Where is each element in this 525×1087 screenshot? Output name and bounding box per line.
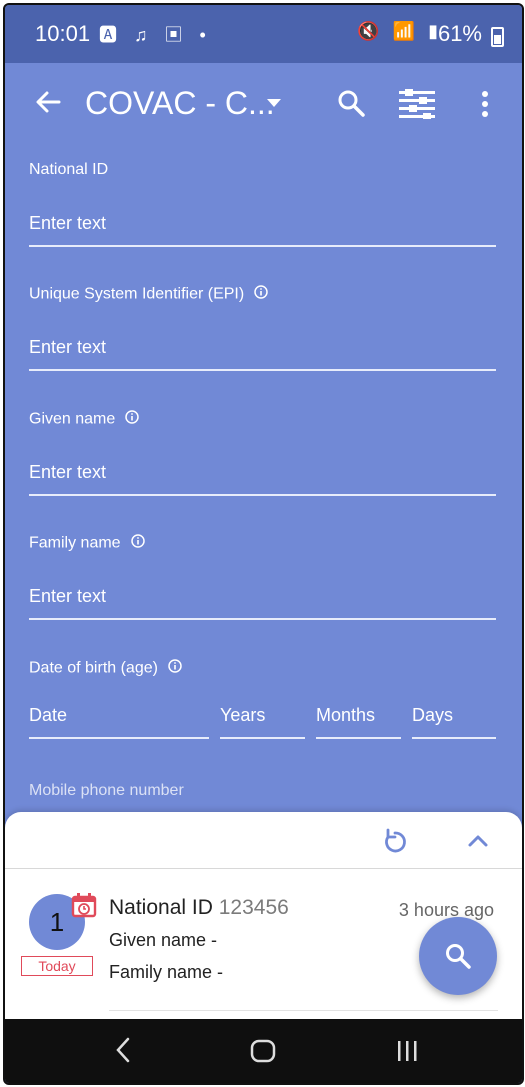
dob-label: Date of birth (age): [29, 659, 182, 678]
search-icon: [446, 944, 471, 969]
national-id-label: National ID: [29, 161, 109, 178]
national-id-input[interactable]: [29, 205, 496, 247]
sheet-header: [5, 812, 522, 869]
given-name-label: Given name: [29, 410, 140, 429]
nav-home-icon[interactable]: [249, 1039, 277, 1068]
info-icon[interactable]: [125, 410, 140, 429]
family-name-label: Family name: [29, 534, 145, 553]
search-fab-button[interactable]: [419, 917, 497, 995]
app-bar: COVAC - C...: [5, 63, 522, 147]
family-name-input[interactable]: [29, 578, 496, 620]
divider: [109, 1010, 498, 1011]
notification-icons: 🅰 ♫ ▣ •: [99, 25, 212, 45]
more-vert-icon[interactable]: [479, 89, 491, 119]
battery-icon: [491, 27, 504, 47]
dob-months-field[interactable]: Months: [316, 705, 401, 739]
search-form: National ID Unique System Identifier (EP…: [5, 147, 522, 812]
phone-frame: 10:01 🅰 ♫ ▣ • 🔇 📶 ▮ 61% COVAC - C... Nat…: [3, 3, 524, 1085]
epi-input[interactable]: [29, 329, 496, 371]
back-arrow-icon[interactable]: [33, 87, 63, 117]
status-time: 10:01: [35, 21, 91, 46]
program-title[interactable]: COVAC - C...: [85, 85, 275, 122]
nav-back-icon[interactable]: [113, 1037, 133, 1068]
nav-recents-icon[interactable]: [395, 1039, 421, 1068]
system-icons: 🔇 📶 ▮: [357, 21, 442, 41]
dob-days-field[interactable]: Days: [412, 705, 496, 739]
filter-icon[interactable]: [399, 89, 435, 119]
search-icon[interactable]: [335, 87, 367, 119]
dob-years-field[interactable]: Years: [220, 705, 305, 739]
info-icon[interactable]: [254, 285, 268, 304]
given-name-input[interactable]: [29, 454, 496, 496]
info-icon[interactable]: [168, 659, 182, 678]
system-nav-bar: [5, 1019, 522, 1083]
dob-date-field[interactable]: Date: [29, 705, 209, 739]
result-family-name: Family name -: [109, 962, 224, 982]
result-title: National ID 123456: [109, 896, 289, 919]
refresh-icon[interactable]: [381, 828, 409, 856]
dropdown-caret-icon[interactable]: [267, 99, 281, 107]
result-given-name: Given name -: [109, 930, 218, 950]
status-bar: 10:01 🅰 ♫ ▣ • 🔇 📶 ▮ 61%: [5, 5, 522, 63]
calendar-alarm-icon: [71, 892, 97, 918]
today-badge: Today: [21, 956, 93, 976]
chevron-up-icon[interactable]: [465, 830, 491, 852]
epi-label: Unique System Identifier (EPI): [29, 285, 268, 304]
battery-percent: 61%: [437, 21, 482, 46]
mobile-phone-label: Mobile phone number: [29, 782, 184, 799]
info-icon[interactable]: [130, 534, 145, 553]
